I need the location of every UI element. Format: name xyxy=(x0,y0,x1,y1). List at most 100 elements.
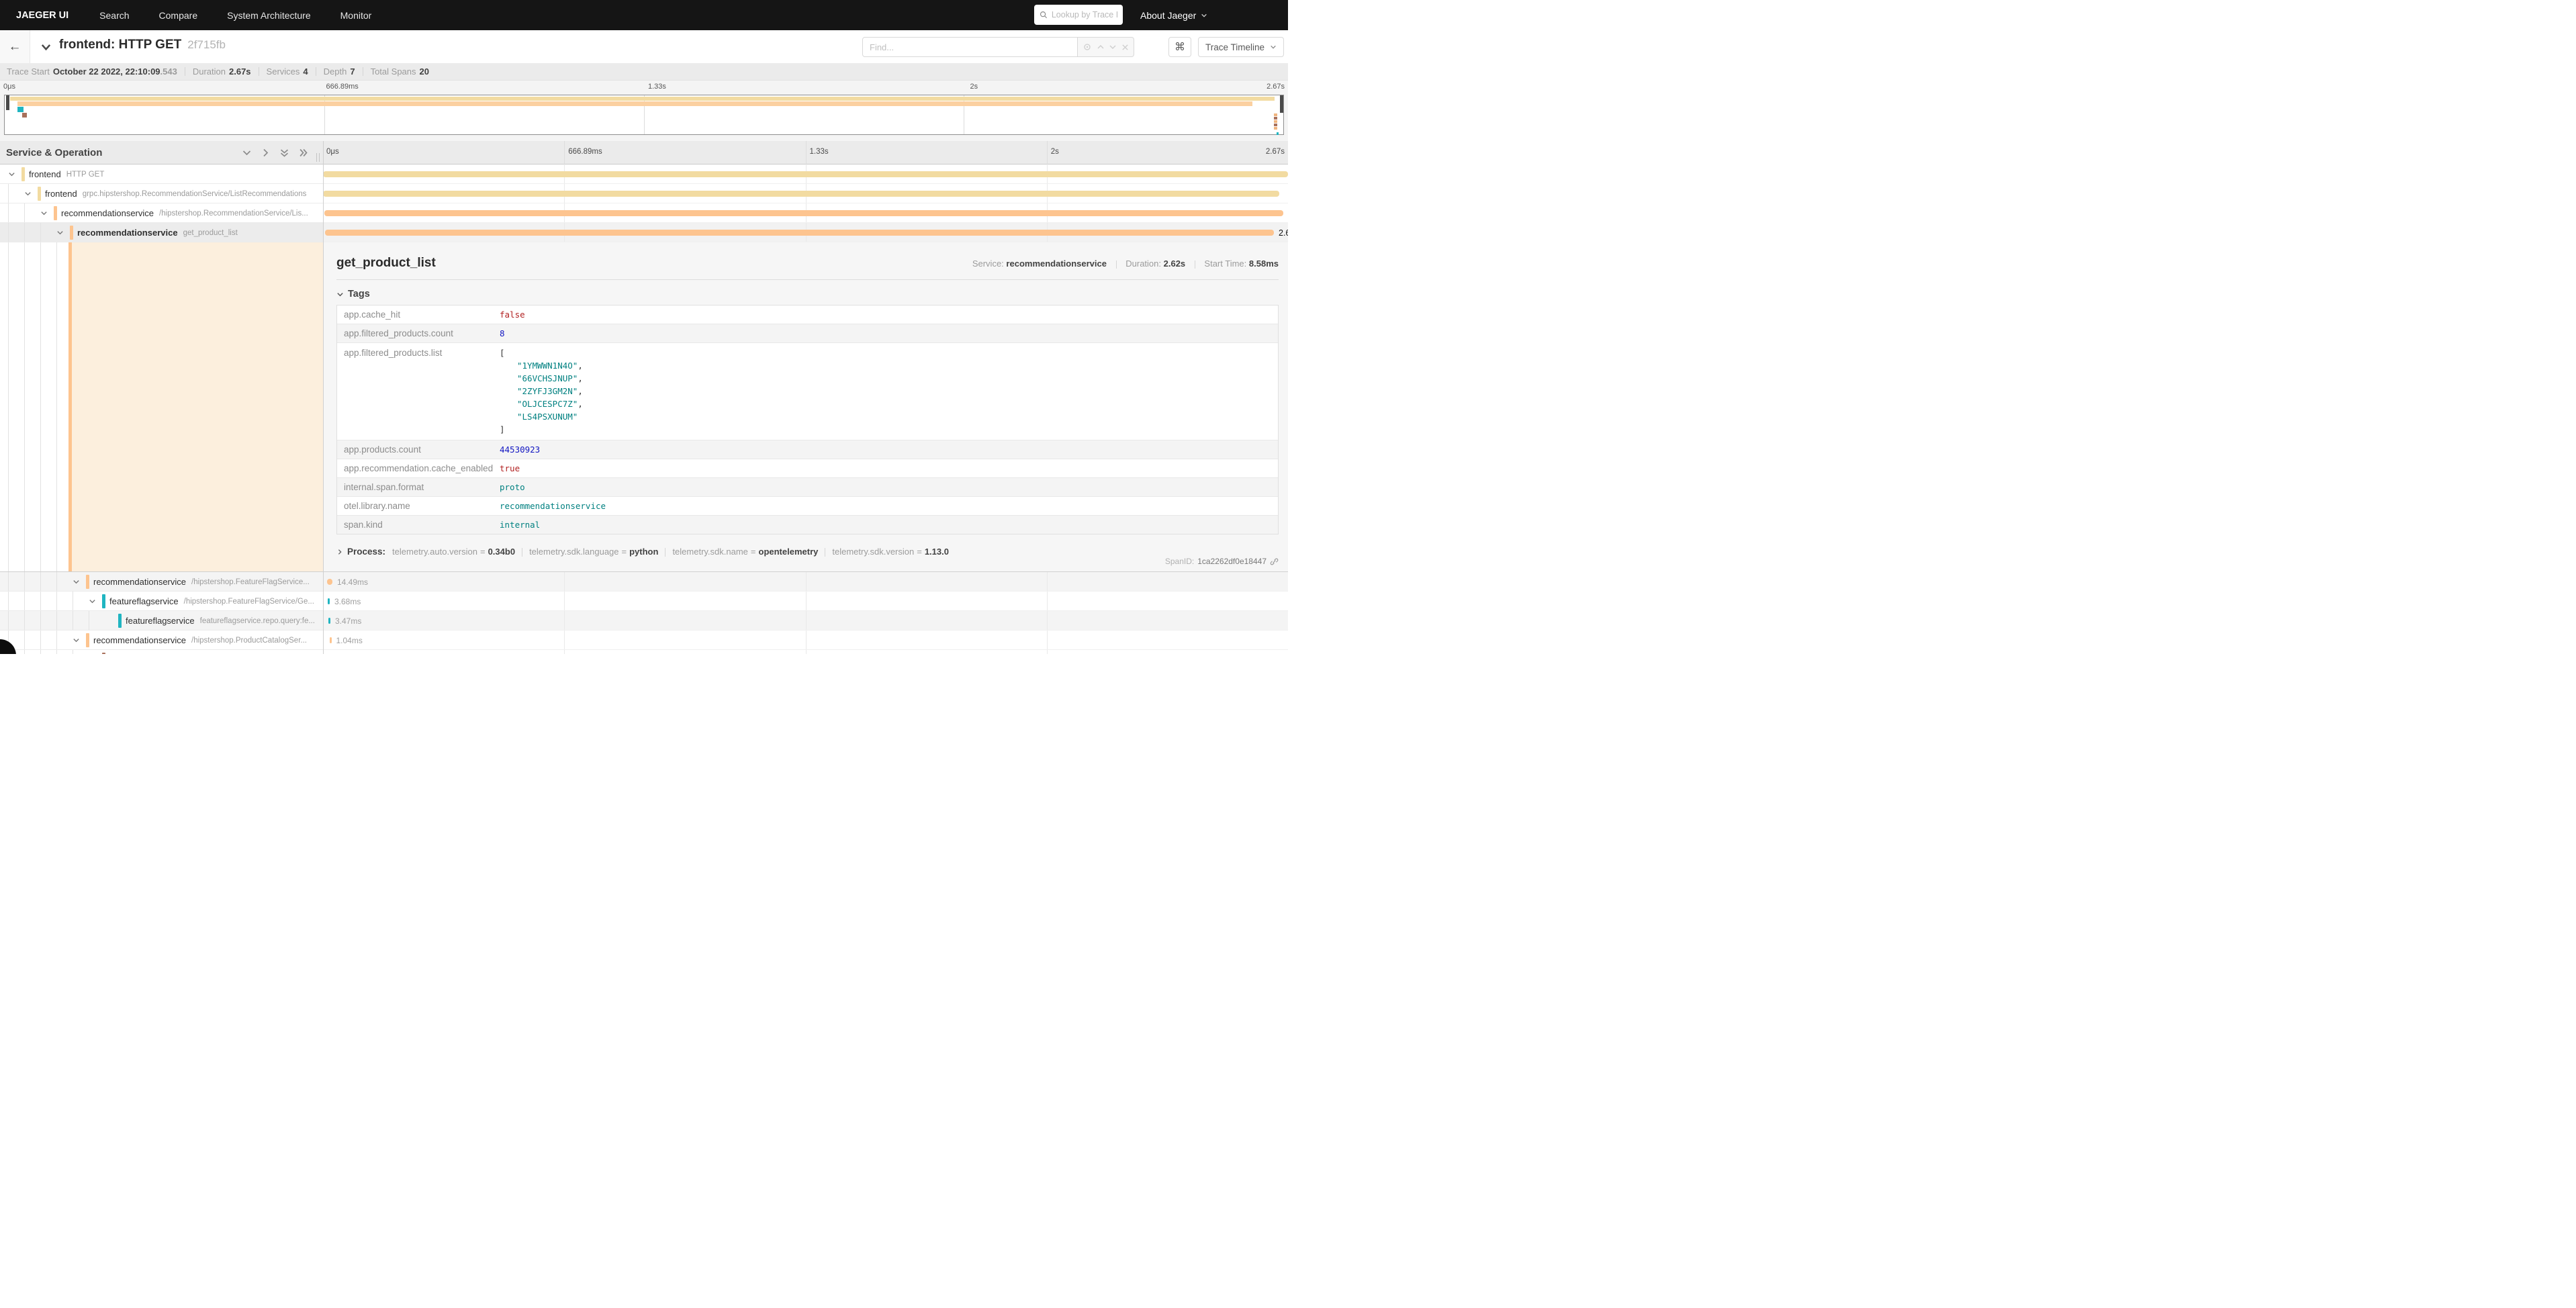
minimap-span-bar xyxy=(17,107,24,112)
span-timeline-row[interactable] xyxy=(323,650,1288,654)
time-tick: 2.67s xyxy=(1266,148,1285,156)
span-timeline-recommendationservice[interactable]: 14.49ms xyxy=(323,572,1288,592)
tag-row: otel.library.namerecommendationservice xyxy=(337,497,1278,516)
span-timeline-recommendationservice[interactable] xyxy=(323,203,1288,223)
span-timeline-frontend[interactable] xyxy=(323,165,1288,184)
minimap-right-handle[interactable] xyxy=(1280,95,1283,113)
span-service-name: recommendationservice xyxy=(77,228,178,238)
tags-section-toggle[interactable]: Tags xyxy=(336,289,1279,299)
span-duration-bar[interactable] xyxy=(327,579,332,585)
row-expand-chevron[interactable] xyxy=(73,572,80,592)
span-row-recommendationservice[interactable]: recommendationserviceget_product_list xyxy=(0,223,323,242)
row-expand-chevron[interactable] xyxy=(73,630,80,650)
span-row-featureflagservice[interactable]: featureflagservice/hipstershop.FeatureFl… xyxy=(0,592,323,611)
detail-service: recommendationservice xyxy=(1006,259,1107,269)
nav-item-monitor[interactable]: Monitor xyxy=(340,10,372,21)
span-duration-bar[interactable] xyxy=(328,618,330,624)
span-timeline-recommendationservice[interactable]: 2.62s xyxy=(323,223,1288,242)
trace-view-selector[interactable]: Trace Timeline xyxy=(1198,37,1284,57)
service-color-bar xyxy=(21,167,25,181)
nav-item-search[interactable]: Search xyxy=(99,10,129,21)
back-button[interactable]: ← xyxy=(0,30,30,63)
row-expand-chevron[interactable] xyxy=(40,203,48,223)
tag-key: app.filtered_products.count xyxy=(337,324,500,342)
process-value: 0.34b0 xyxy=(488,547,515,557)
link-icon[interactable] xyxy=(1270,557,1279,566)
services-label: Services xyxy=(267,66,300,77)
chevron-right-icon xyxy=(336,549,343,555)
service-color-bar xyxy=(102,594,105,608)
minimap-canvas[interactable] xyxy=(4,95,1284,135)
span-service-name: recommendationservice xyxy=(93,635,186,645)
column-resizer-grip[interactable] xyxy=(316,153,320,162)
find-input[interactable] xyxy=(862,37,1078,57)
span-row-featureflagservice[interactable]: featureflagservicefeatureflagservice.rep… xyxy=(0,611,323,630)
span-duration-bar[interactable] xyxy=(325,230,1274,236)
span-duration-bar[interactable] xyxy=(323,171,1288,177)
process-key: telemetry.sdk.version xyxy=(832,547,914,557)
span-duration-bar[interactable] xyxy=(323,191,1279,197)
span-row-row[interactable] xyxy=(0,650,323,654)
span-duration-bar[interactable] xyxy=(330,637,332,643)
app-logo[interactable]: JAEGER UI xyxy=(16,10,68,21)
chevron-down-icon xyxy=(40,42,52,53)
keyboard-shortcuts-button[interactable]: ⌘ xyxy=(1168,37,1191,57)
span-duration-label: 2.62s xyxy=(1279,223,1288,242)
service-color-bar xyxy=(70,226,73,240)
trace-id-lookup[interactable] xyxy=(1034,5,1123,25)
row-expand-chevron[interactable] xyxy=(8,165,15,184)
span-row-recommendationservice[interactable]: recommendationservice/hipstershop.Produc… xyxy=(0,630,323,650)
row-expand-chevron[interactable] xyxy=(24,184,32,203)
span-detail-meta: Service: recommendationservice Duration:… xyxy=(972,259,1279,269)
trace-id-lookup-input[interactable] xyxy=(1052,10,1117,19)
process-key: telemetry.sdk.language xyxy=(529,547,618,557)
minimap-span-bar xyxy=(1274,127,1278,130)
span-row-frontend[interactable]: frontendgrpc.hipstershop.RecommendationS… xyxy=(0,184,323,203)
chevron-down-icon xyxy=(89,598,96,605)
time-tick: 666.89ms xyxy=(326,83,359,91)
process-value: 1.13.0 xyxy=(925,547,949,557)
trace-title: frontend: HTTP GET2f715fb xyxy=(59,38,226,52)
span-service-name: recommendationservice xyxy=(61,208,154,218)
span-duration-label: 1.04ms xyxy=(336,630,363,650)
total-spans-value: 20 xyxy=(420,66,429,77)
collapse-one-icon[interactable] xyxy=(242,148,252,158)
chevron-down-icon xyxy=(24,190,32,197)
span-duration-bar[interactable] xyxy=(324,210,1283,216)
process-section-toggle[interactable]: Process: telemetry.auto.version=0.34b0te… xyxy=(336,547,1279,557)
clear-find-icon[interactable] xyxy=(1121,44,1129,51)
span-timeline-frontend[interactable] xyxy=(323,184,1288,203)
about-jaeger-menu[interactable]: About Jaeger xyxy=(1140,0,1207,30)
span-row-recommendationservice[interactable]: recommendationservice/hipstershop.Featur… xyxy=(0,572,323,592)
services-value: 4 xyxy=(303,66,308,77)
span-service-name: frontend xyxy=(45,189,77,199)
tag-value: false xyxy=(500,306,1278,324)
trace-id-short: 2f715fb xyxy=(187,38,226,51)
row-expand-chevron[interactable] xyxy=(56,223,64,242)
selected-span-tint xyxy=(72,242,323,571)
span-timeline-recommendationservice[interactable]: 1.04ms xyxy=(323,630,1288,650)
collapse-all-icon[interactable] xyxy=(279,148,289,158)
service-color-bar xyxy=(38,187,41,201)
span-duration-bar[interactable] xyxy=(328,598,330,604)
column-divider[interactable] xyxy=(323,141,324,654)
span-row-recommendationservice[interactable]: recommendationservice/hipstershop.Recomm… xyxy=(0,203,323,223)
expand-all-icon[interactable] xyxy=(298,148,308,158)
expand-one-icon[interactable] xyxy=(261,148,271,158)
row-expand-chevron[interactable] xyxy=(89,592,96,611)
nav-item-system-architecture[interactable]: System Architecture xyxy=(227,10,311,21)
span-timeline-featureflagservice[interactable]: 3.68ms xyxy=(323,592,1288,611)
next-match-icon[interactable] xyxy=(1109,43,1117,51)
collapse-trace-header-button[interactable] xyxy=(40,42,52,56)
minimap-span-bar xyxy=(1274,120,1278,123)
span-timeline-featureflagservice[interactable]: 3.47ms xyxy=(323,611,1288,630)
process-fields: telemetry.auto.version=0.34b0telemetry.s… xyxy=(392,547,949,557)
locate-icon[interactable] xyxy=(1083,42,1092,52)
span-row-frontend[interactable]: frontendHTTP GET xyxy=(0,165,323,184)
nav-item-compare[interactable]: Compare xyxy=(159,10,198,21)
tag-row: app.recommendation.cache_enabledtrue xyxy=(337,459,1278,478)
trace-start-label: Trace Start xyxy=(7,66,50,77)
trace-title-bar: ← frontend: HTTP GET2f715fb xyxy=(0,30,1288,63)
prev-match-icon[interactable] xyxy=(1097,43,1105,51)
minimap-left-handle[interactable] xyxy=(6,95,9,110)
